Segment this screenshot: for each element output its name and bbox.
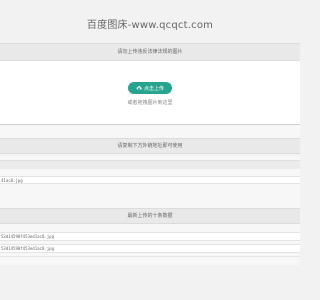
drop-hint: 或者拖拽图片到这里 [127,100,173,106]
section-gap [0,125,300,138]
recent-section-heading: 最新上传的十条数据 [0,208,300,224]
upload-card[interactable]: 点击上传 或者拖拽图片到这里 [0,61,300,125]
site-title: 百度图床-www.qcqct.com [86,20,214,31]
footer-band [0,256,300,265]
copy-section-heading: 请复制下方外链地址即可使用 [0,138,300,154]
recent-item[interactable]: 53d14590f453ed1ac8.jpg [0,232,300,241]
recent-item[interactable]: 53d14590f453ed1ac8.jpg [0,244,300,253]
image-link-output[interactable]: 41ac8.jpg [0,176,300,184]
upload-section-heading: 请勿上传违反法律法规的图片 [0,43,300,61]
cloud-upload-icon [136,85,142,91]
section-gap [0,188,300,208]
upload-button-label: 点击上传 [143,85,164,92]
upload-button[interactable]: 点击上传 [128,82,172,94]
link-strip [0,160,300,169]
